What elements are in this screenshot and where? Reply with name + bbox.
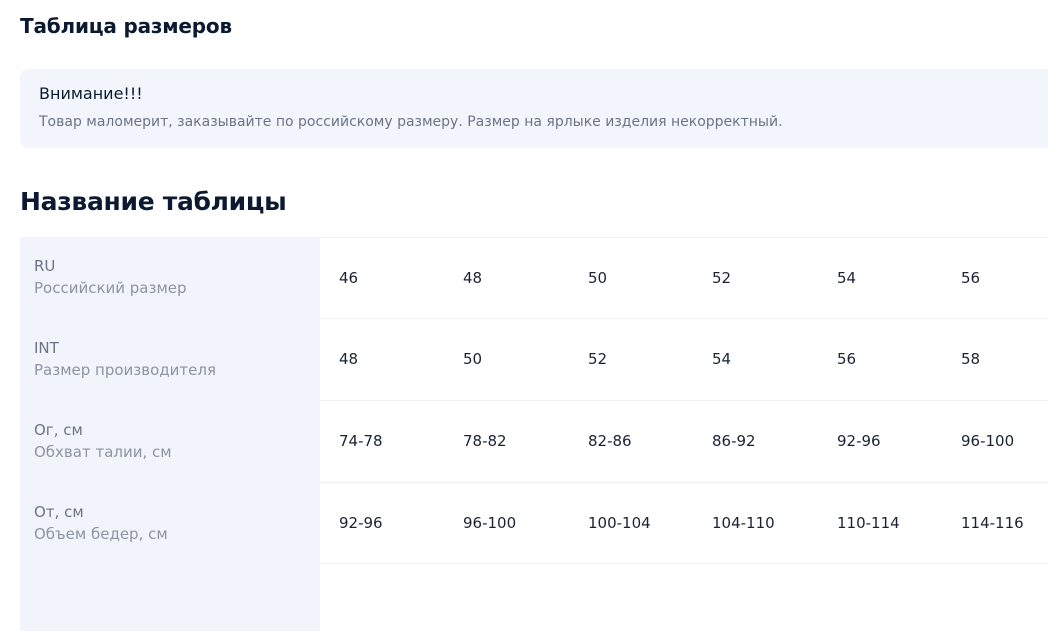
table-row: 92-96 96-100 100-104 104-110 110-114 114… — [320, 482, 1048, 563]
row-description: Обхват талии, см — [34, 443, 172, 461]
table-values: 46 48 50 52 54 56 48 50 52 54 56 58 74-7… — [320, 237, 1048, 631]
section-title: Таблица размеров — [20, 14, 232, 38]
row-description: Объем бедер, см — [34, 525, 168, 543]
row-code: Ог, см — [34, 421, 83, 439]
row-label-int: INT Размер производителя — [34, 338, 314, 380]
notice-box: Внимание!!! Товар маломерит, заказывайте… — [20, 69, 1048, 148]
table-row: 74-78 78-82 82-86 86-92 92-96 96-100 — [320, 400, 1048, 481]
table-cell: 52 — [588, 350, 608, 368]
row-description: Размер производителя — [34, 361, 216, 379]
table-cell: 50 — [588, 269, 608, 287]
table-cell: 82-86 — [588, 432, 632, 450]
size-table: RU Российский размер INT Размер производ… — [20, 237, 1048, 631]
row-code: От, см — [34, 503, 84, 521]
row-description: Российский размер — [34, 279, 187, 297]
table-cell: 48 — [339, 350, 359, 368]
table-cell: 86-92 — [712, 432, 756, 450]
table-cell: 92-96 — [339, 514, 383, 532]
table-cell: 54 — [837, 269, 857, 287]
table-row: 48 50 52 54 56 58 — [320, 318, 1048, 399]
table-cell: 50 — [463, 350, 483, 368]
table-cell: 56 — [961, 269, 981, 287]
table-cell: 110-114 — [837, 514, 900, 532]
row-label-ru: RU Российский размер — [34, 256, 314, 298]
table-cell: 104-110 — [712, 514, 775, 532]
table-title: Название таблицы — [20, 187, 287, 216]
table-cell: 78-82 — [463, 432, 507, 450]
table-cell: 48 — [463, 269, 483, 287]
table-cell: 100-104 — [588, 514, 651, 532]
table-cell: 52 — [712, 269, 732, 287]
table-cell: 46 — [339, 269, 359, 287]
notice-title: Внимание!!! — [39, 84, 143, 103]
table-cell: 96-100 — [463, 514, 517, 532]
row-label-waist: Ог, см Обхват талии, см — [34, 420, 314, 462]
table-cell: 74-78 — [339, 432, 383, 450]
table-cell: 96-100 — [961, 432, 1015, 450]
row-label-hips: От, см Объем бедер, см — [34, 502, 314, 544]
table-cell: 92-96 — [837, 432, 881, 450]
size-chart-page: Таблица размеров Внимание!!! Товар малом… — [0, 0, 1048, 631]
table-cell: 58 — [961, 350, 981, 368]
row-code: INT — [34, 339, 59, 357]
notice-text: Товар маломерит, заказывайте по российск… — [39, 114, 783, 130]
table-cell: 114-116 — [961, 514, 1024, 532]
table-cell: 54 — [712, 350, 732, 368]
row-code: RU — [34, 257, 56, 275]
row-labels-column: RU Российский размер INT Размер производ… — [20, 237, 320, 631]
table-row-empty — [320, 563, 1048, 631]
table-cell: 56 — [837, 350, 857, 368]
table-row: 46 48 50 52 54 56 — [320, 237, 1048, 318]
